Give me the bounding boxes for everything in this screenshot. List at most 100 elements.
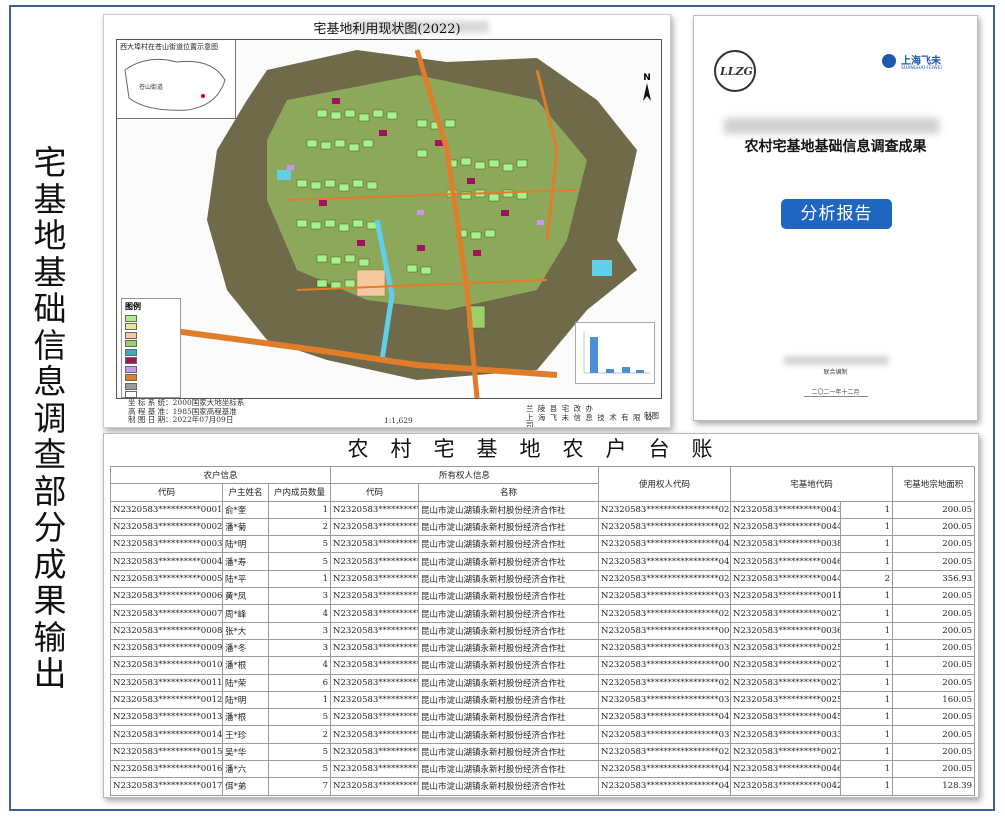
- map-canvas[interactable]: 西大埠村在苍山街道位置示意图 苍山街道 N 图例: [116, 39, 662, 399]
- map-scale: 1:1,629: [384, 416, 413, 425]
- table-cell: 潘*六: [222, 760, 269, 779]
- table-cell: N2320583*****************0397: [598, 638, 732, 658]
- table-cell: 1: [840, 742, 894, 762]
- table-cell: 昆山市淀山湖镇永新村股份经济合作社: [418, 604, 600, 623]
- table-cell: 昆山市淀山湖镇永新村股份经济合作社: [418, 656, 600, 675]
- cover-org: 联合编制: [823, 369, 848, 376]
- table-row[interactable]: N2320583**********0016 潘*六 5 N2320583******…: [110, 760, 976, 779]
- legend-item: [122, 348, 180, 357]
- table-cell: N2320583*****************0416: [598, 760, 732, 779]
- table-cell: 1: [840, 517, 894, 537]
- table-cell: N2320583*****************0449: [598, 535, 732, 554]
- table-row[interactable]: N2320583**********0015 吴*华 5 N2320583******…: [110, 742, 976, 762]
- table-row[interactable]: N2320583**********0013 潘*根 5 N2320583******…: [110, 708, 976, 727]
- table-cell: N2320583**********00275: [730, 656, 842, 675]
- table-cell: 昆山市淀山湖镇永新村股份经济合作社: [418, 742, 600, 762]
- table-cell: 俞*奎: [222, 500, 269, 519]
- table-cell: N2320583**********00467: [730, 760, 842, 779]
- feiwei-logo-sub: SHANGHAI FEIWEI: [901, 66, 942, 71]
- table-row[interactable]: N2320583**********0002 潘*菊 2 N2320583******…: [110, 517, 976, 537]
- table-row[interactable]: N2320583**********0007 周*峰 4 N2320583******…: [110, 604, 976, 623]
- table-row[interactable]: N2320583**********0014 王*珍 2 N2320583******…: [110, 725, 976, 744]
- table-cell: N2320583**********0007: [110, 604, 223, 623]
- table-cell: 王*珍: [222, 725, 269, 744]
- table-cell: 1: [267, 500, 332, 519]
- table-row[interactable]: N2320583**********0012 陆*明 1 N2320583******…: [110, 690, 976, 710]
- table-row[interactable]: N2320583**********0005 陆*平 1 N2320583******…: [110, 569, 976, 589]
- llzg-logo-text: LLZG: [720, 65, 753, 78]
- table-row[interactable]: N2320583**********0010 潘*根 4 N2320583******…: [110, 656, 976, 675]
- header-members: 户内成员数量: [267, 483, 332, 502]
- map-legend: 图例: [121, 298, 181, 398]
- map-title: 宅基地利用现状图(2022): [313, 22, 461, 37]
- table-row[interactable]: N2320583**********0017 佴*弟 7 N2320583******…: [110, 777, 976, 796]
- legend-swatch: [125, 374, 137, 382]
- table-row[interactable]: N2320583**********0011 陆*荣 6 N2320583******…: [110, 673, 976, 692]
- land-use-map-panel[interactable]: 宅基地利用现状图(2022) 西大埠村在苍山街道位置示意图 苍山街道 N 图例 …: [103, 14, 671, 428]
- map-footer: 坐 标 系 统：2000国家大地坐标系 高 程 基 准：1985国家高程基准 制…: [116, 398, 660, 428]
- table-cell: N2320583**********0011: [110, 673, 223, 692]
- table-cell: 356.93: [892, 569, 976, 589]
- cover-title: 农村宅基地基础信息调查成果: [744, 139, 927, 155]
- household-ledger[interactable]: 农村宅基地农户台账 农户信息 所有权人信息 使用权人代码 宅基地代码 宅基地宗地…: [103, 433, 979, 798]
- table-cell: 潘*冬: [222, 638, 269, 658]
- table-cell: N2320583**********0003: [110, 535, 223, 554]
- table-row[interactable]: N2320583**********0006 黄*凤 3 N2320583******…: [110, 587, 976, 606]
- map-mini-chart: [575, 322, 655, 384]
- table-cell: N2320583**********: [330, 621, 420, 640]
- table-cell: N2320583**********: [330, 673, 420, 692]
- table-cell: 1: [840, 552, 894, 571]
- table-row[interactable]: N2320583**********0008 张*大 3 N2320583******…: [110, 621, 976, 640]
- table-cell: 1: [840, 777, 894, 796]
- map-org-2: 上 海 飞 未 信 息 技 术 有 限 公 司: [526, 412, 654, 428]
- table-cell: 昆山市淀山湖镇永新村股份经济合作社: [418, 725, 600, 744]
- table-cell: 6: [267, 673, 332, 692]
- table-cell: 200.05: [892, 708, 976, 727]
- legend-item: [122, 365, 180, 374]
- header-name: 户主姓名: [222, 483, 269, 502]
- table-cell: N2320583*****************0281: [598, 742, 732, 762]
- table-cell: N2320583**********0001: [110, 500, 223, 519]
- table-cell: N2320583**********: [330, 742, 420, 762]
- table-row[interactable]: N2320583**********0004 潘*寿 5 N2320583******…: [110, 552, 976, 571]
- table-cell: 160.05: [892, 690, 976, 710]
- header-code: 代码: [110, 483, 223, 502]
- table-row[interactable]: N2320583**********0009 潘*冬 3 N2320583******…: [110, 638, 976, 658]
- table-row[interactable]: N2320583**********0003 陆*明 5 N2320583******…: [110, 535, 976, 554]
- table-cell: 昆山市淀山湖镇永新村股份经济合作社: [418, 638, 600, 658]
- analysis-report-button[interactable]: 分析报告: [781, 199, 892, 229]
- table-row[interactable]: N2320583**********0001 俞*奎 1 N2320583******…: [110, 500, 976, 519]
- table-cell: 1: [840, 725, 894, 744]
- table-cell: N2320583**********: [330, 569, 420, 589]
- feiwei-logo-name: 上海飞未: [901, 56, 941, 67]
- table-cell: 5: [267, 708, 332, 727]
- table-cell: N2320583**********00381: [730, 535, 842, 554]
- feiwei-logo-icon: [882, 54, 896, 68]
- table-cell: 2: [267, 725, 332, 744]
- table-cell: N2320583**********00256: [730, 638, 842, 658]
- table-cell: 陆*明: [222, 535, 269, 554]
- table-cell: N2320583*****************0253: [598, 500, 732, 519]
- table-cell: N2320583*****************0417: [598, 552, 732, 571]
- table-cell: N2320583**********00449: [730, 517, 842, 537]
- table-cell: N2320583**********: [330, 777, 420, 796]
- table-cell: 200.05: [892, 500, 976, 519]
- table-cell: N2320583**********: [330, 638, 420, 658]
- table-cell: 200.05: [892, 725, 976, 744]
- report-cover[interactable]: LLZG 上海飞未 SHANGHAI FEIWEI 农村宅基地基础信息调查成果 …: [693, 15, 978, 421]
- table-cell: 200.05: [892, 742, 976, 762]
- table-cell: 1: [840, 656, 894, 675]
- table-cell: N2320583**********: [330, 517, 420, 537]
- table-cell: 昆山市淀山湖镇永新村股份经济合作社: [418, 500, 600, 519]
- table-cell: N2320583**********00272: [730, 604, 842, 623]
- table-cell: N2320583**********0014: [110, 725, 223, 744]
- redacted-org-name: [784, 356, 889, 365]
- table-cell: 1: [840, 690, 894, 710]
- table-cell: 200.05: [892, 656, 976, 675]
- table-cell: N2320583*****************0283: [598, 673, 732, 692]
- location-inset-map: 西大埠村在苍山街道位置示意图 苍山街道: [117, 40, 236, 119]
- table-cell: 陆*明: [222, 690, 269, 710]
- table-cell: 黄*凤: [222, 587, 269, 606]
- table-cell: N2320583**********00111: [730, 587, 842, 606]
- table-cell: N2320583**********00450: [730, 708, 842, 727]
